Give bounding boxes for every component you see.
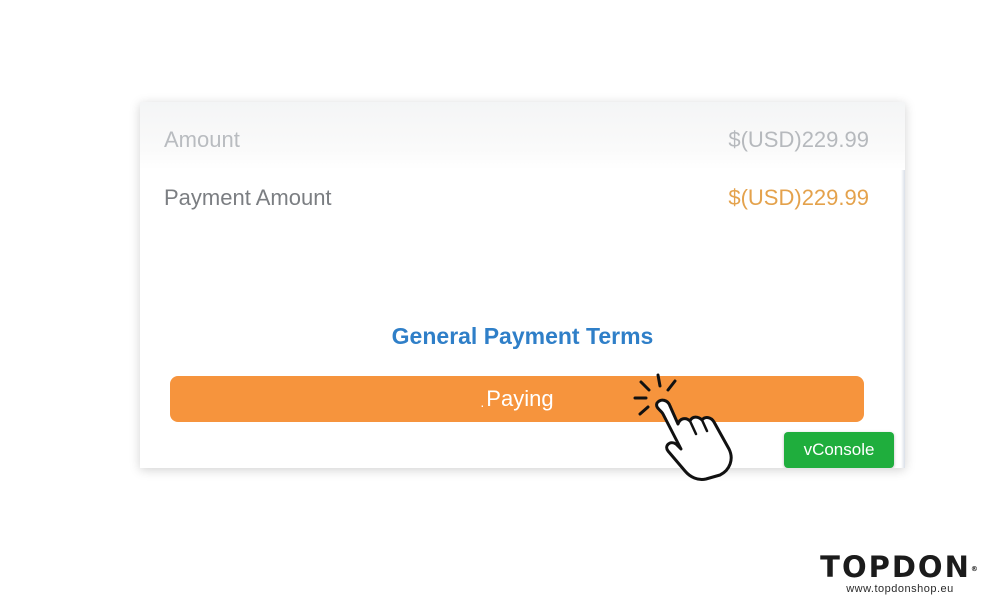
amount-row: Amount $(USD)229.99 bbox=[140, 102, 905, 170]
paying-button-label: Paying bbox=[486, 386, 554, 411]
topdon-logo-text: TOPDON bbox=[820, 550, 971, 584]
topdon-branding: TOPDON® www.topdonshop.eu bbox=[815, 552, 985, 595]
amount-label: Amount bbox=[164, 127, 240, 152]
general-payment-terms-link[interactable]: General Payment Terms bbox=[140, 321, 905, 351]
vconsole-button[interactable]: vConsole bbox=[784, 432, 894, 468]
loading-dot: . bbox=[480, 394, 485, 410]
hand-pointer-click-icon bbox=[633, 373, 733, 481]
topdon-url: www.topdonshop.eu bbox=[846, 583, 954, 595]
page: Amount $(USD)229.99 Payment Amount $(USD… bbox=[0, 0, 1000, 600]
amount-value: $(USD)229.99 bbox=[728, 127, 869, 152]
paying-button[interactable]: . Paying bbox=[170, 376, 864, 422]
payment-amount-label: Payment Amount bbox=[164, 185, 332, 210]
payment-amount-value: $(USD)229.99 bbox=[728, 185, 869, 210]
topdon-logo: TOPDON® bbox=[820, 550, 980, 584]
payment-panel: Amount $(USD)229.99 Payment Amount $(USD… bbox=[140, 102, 905, 468]
